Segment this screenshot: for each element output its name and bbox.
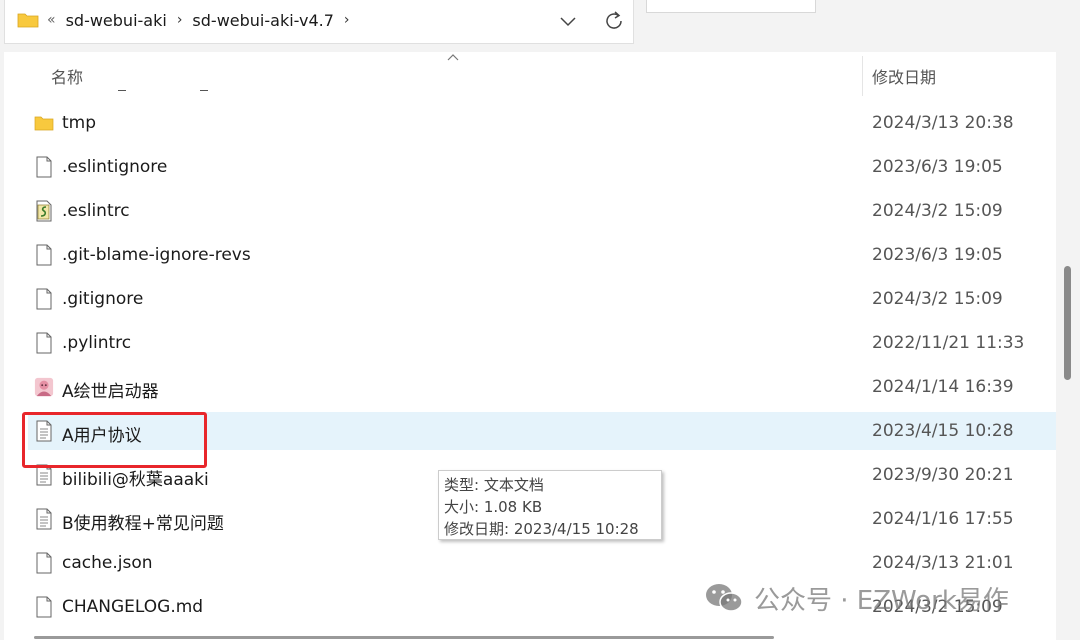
file-modified-date: 2024/1/14 16:39 [872, 377, 1014, 397]
file-name[interactable]: .pylintrc [62, 333, 131, 353]
file-modified-date: 2024/3/13 20:38 [872, 113, 1014, 133]
tooltip-size: 大小: 1.08 KB [444, 498, 543, 516]
file-row[interactable]: .pylintrc 2022/11/21 11:33 [4, 324, 1056, 368]
file-name[interactable]: CHANGELOG.md [62, 597, 203, 617]
script-file-icon [34, 200, 54, 222]
folder-icon [34, 112, 54, 134]
file-icon [34, 244, 54, 266]
column-header-date[interactable]: 修改日期 [872, 64, 936, 88]
refresh-icon[interactable] [599, 8, 629, 34]
search-input[interactable] [646, 0, 816, 13]
divider [118, 90, 126, 91]
file-list: 名称 修改日期 tmp 2024/3/13 20:38 .eslintignore 2… [4, 52, 1056, 640]
file-row[interactable]: .eslintignore 2023/6/3 19:05 [4, 148, 1056, 192]
annotation-highlight-box [22, 412, 207, 468]
file-row[interactable]: .gitignore 2024/3/2 15:09 [4, 280, 1056, 324]
file-icon [34, 552, 54, 574]
breadcrumb-separator[interactable]: › [344, 12, 350, 28]
file-name[interactable]: .gitignore [62, 289, 143, 309]
text-file-icon [34, 508, 54, 530]
scrollbar-thumb[interactable] [1064, 266, 1071, 380]
file-name[interactable]: cache.json [62, 553, 153, 573]
file-icon [34, 288, 54, 310]
app-icon [34, 376, 54, 398]
file-modified-date: 2023/6/3 19:05 [872, 245, 1003, 265]
file-row[interactable]: tmp 2024/3/13 20:38 [4, 104, 1056, 148]
file-info-tooltip: 类型: 文本文档 大小: 1.08 KB 修改日期: 2023/4/15 10:… [438, 470, 662, 540]
breadcrumb: « sd-webui-aki › sd-webui-aki-v4.7 › [47, 8, 360, 32]
file-row[interactable]: .git-blame-ignore-revs 2023/6/3 19:05 [4, 236, 1056, 280]
file-modified-date: 2024/1/16 17:55 [872, 509, 1014, 529]
file-name[interactable]: A绘世启动器 [62, 377, 159, 402]
column-header-name[interactable]: 名称 [51, 64, 83, 88]
tooltip-date: 修改日期: 2023/4/15 10:28 [444, 520, 639, 538]
file-icon [34, 332, 54, 354]
file-icon [34, 156, 54, 178]
watermark: 公众号 · EZWork易作 [704, 578, 1009, 618]
horizontal-scrollbar[interactable] [34, 636, 774, 639]
column-divider[interactable] [862, 56, 863, 96]
file-modified-date: 2024/3/2 15:09 [872, 289, 1003, 309]
file-row[interactable]: .eslintrc 2024/3/2 15:09 [4, 192, 1056, 236]
breadcrumb-separator: › [176, 12, 183, 28]
file-row[interactable]: A绘世启动器 2024/1/14 16:39 [4, 368, 1056, 412]
divider [200, 90, 208, 91]
file-modified-date: 2024/3/2 15:09 [872, 201, 1003, 221]
file-name[interactable]: B使用教程+常见问题 [62, 509, 224, 534]
file-rows: tmp 2024/3/13 20:38 .eslintignore 2023/6/3 … [4, 104, 1056, 632]
breadcrumb-item-sd-webui-aki[interactable]: sd-webui-aki [66, 11, 167, 30]
chevron-down-icon[interactable] [553, 8, 583, 34]
folder-icon [17, 13, 39, 28]
sort-ascending-icon [447, 54, 459, 61]
file-name[interactable]: .eslintrc [62, 201, 130, 221]
breadcrumb-item-sd-webui-aki-v47[interactable]: sd-webui-aki-v4.7 [192, 11, 333, 30]
file-icon [34, 596, 54, 618]
tooltip-type: 类型: 文本文档 [444, 476, 544, 494]
watermark-text: 公众号 · EZWork易作 [754, 585, 1009, 616]
file-name[interactable]: .git-blame-ignore-revs [62, 245, 251, 265]
file-modified-date: 2022/11/21 11:33 [872, 333, 1025, 353]
address-bar[interactable]: « sd-webui-aki › sd-webui-aki-v4.7 › [4, 0, 634, 44]
file-modified-date: 2023/4/15 10:28 [872, 421, 1014, 441]
file-name[interactable]: .eslintignore [62, 157, 167, 177]
file-modified-date: 2023/6/3 19:05 [872, 157, 1003, 177]
file-modified-date: 2023/9/30 20:21 [872, 465, 1014, 485]
wechat-icon [706, 584, 743, 612]
file-name[interactable]: tmp [62, 113, 96, 133]
file-modified-date: 2024/3/13 21:01 [872, 553, 1014, 573]
breadcrumb-overflow[interactable]: « [47, 12, 56, 28]
file-name[interactable]: bilibili@秋葉aaaki [62, 465, 209, 490]
